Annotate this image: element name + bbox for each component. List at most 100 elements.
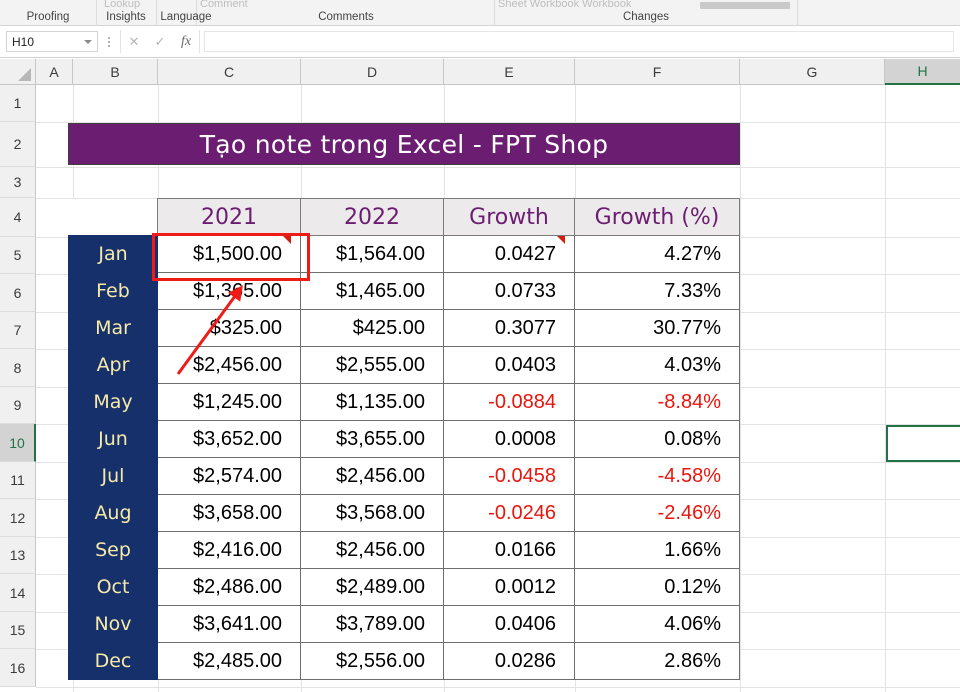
row-header-5[interactable]: 5 [0, 237, 36, 274]
y2022-cell[interactable]: $3,655.00 [300, 420, 444, 458]
y2022-cell[interactable]: $1,135.00 [300, 383, 444, 421]
growth-pct-cell[interactable]: 0.08% [574, 420, 740, 458]
column-header-g[interactable]: G [740, 59, 885, 85]
row-header-2[interactable]: 2 [0, 122, 36, 167]
growth-cell[interactable]: 0.0403 [443, 346, 575, 384]
y2021-cell[interactable]: $2,486.00 [157, 568, 301, 606]
growth-cell[interactable]: 0.0008 [443, 420, 575, 458]
column-header-f[interactable]: F [575, 59, 740, 85]
growth-cell[interactable]: 0.0286 [443, 642, 575, 680]
month-cell[interactable]: Dec [68, 642, 158, 680]
growth-pct-cell[interactable]: 4.06% [574, 605, 740, 643]
month-cell[interactable]: Feb [68, 272, 158, 310]
growth-cell[interactable]: 0.0012 [443, 568, 575, 606]
row-header-13[interactable]: 13 [0, 537, 36, 574]
chevron-down-icon[interactable] [84, 39, 92, 44]
column-header-c[interactable]: C [158, 59, 301, 85]
y2021-cell[interactable]: $3,652.00 [157, 420, 301, 458]
month-cell[interactable]: May [68, 383, 158, 421]
column-header-d[interactable]: D [301, 59, 444, 85]
formula-bar-drag-handle[interactable] [102, 31, 116, 52]
y2022-cell[interactable]: $1,465.00 [300, 272, 444, 310]
growth-cell[interactable]: 0.0427 [443, 235, 575, 273]
column-header-2021[interactable]: 2021 [157, 198, 301, 236]
y2021-cell[interactable]: $2,574.00 [157, 457, 301, 495]
y2022-cell[interactable]: $2,556.00 [300, 642, 444, 680]
ribbon-group-changes[interactable]: Changes [560, 0, 732, 26]
y2022-cell[interactable]: $2,456.00 [300, 457, 444, 495]
month-cell[interactable]: Jun [68, 420, 158, 458]
month-cell[interactable]: Apr [68, 346, 158, 384]
month-cell[interactable]: Aug [68, 494, 158, 532]
growth-cell[interactable]: -0.0884 [443, 383, 575, 421]
y2022-cell[interactable]: $2,555.00 [300, 346, 444, 384]
growth-pct-cell[interactable]: 4.27% [574, 235, 740, 273]
growth-cell[interactable]: 0.3077 [443, 309, 575, 347]
name-box[interactable]: H10 [6, 31, 98, 52]
y2022-cell[interactable]: $2,456.00 [300, 531, 444, 569]
select-all-corner[interactable] [0, 59, 36, 85]
column-header-growth[interactable]: Growth [443, 198, 575, 236]
ribbon-group-proofing[interactable]: Proofing [0, 0, 96, 26]
growth-cell[interactable]: 0.0166 [443, 531, 575, 569]
month-cell[interactable]: Nov [68, 605, 158, 643]
row-header-3[interactable]: 3 [0, 167, 36, 198]
growth-cell[interactable]: 0.0406 [443, 605, 575, 643]
y2022-cell[interactable]: $425.00 [300, 309, 444, 347]
row-header-7[interactable]: 7 [0, 312, 36, 349]
y2021-cell[interactable]: $2,485.00 [157, 642, 301, 680]
growth-pct-cell[interactable]: 4.03% [574, 346, 740, 384]
growth-pct-cell[interactable]: 0.12% [574, 568, 740, 606]
y2022-cell[interactable]: $1,564.00 [300, 235, 444, 273]
y2022-cell[interactable]: $3,568.00 [300, 494, 444, 532]
row-header-6[interactable]: 6 [0, 274, 36, 312]
column-header-growth-pct[interactable]: Growth (%) [574, 198, 740, 236]
row-header-4[interactable]: 4 [0, 198, 36, 237]
check-icon[interactable]: ✓ [147, 30, 173, 53]
growth-cell[interactable]: -0.0246 [443, 494, 575, 532]
row-header-11[interactable]: 11 [0, 462, 36, 499]
row-header-12[interactable]: 12 [0, 499, 36, 537]
active-cell-h10[interactable] [886, 425, 960, 462]
y2021-cell[interactable]: $3,658.00 [157, 494, 301, 532]
row-header-9[interactable]: 9 [0, 387, 36, 424]
y2022-cell[interactable]: $3,789.00 [300, 605, 444, 643]
month-cell[interactable]: Oct [68, 568, 158, 606]
month-cell[interactable]: Jul [68, 457, 158, 495]
row-header-8[interactable]: 8 [0, 349, 36, 387]
growth-pct-cell[interactable]: -8.84% [574, 383, 740, 421]
y2021-cell[interactable]: $2,416.00 [157, 531, 301, 569]
growth-pct-cell[interactable]: 1.66% [574, 531, 740, 569]
fx-icon[interactable]: fx [173, 30, 199, 53]
row-header-14[interactable]: 14 [0, 574, 36, 612]
ribbon-group-comments[interactable]: Comments [260, 0, 432, 26]
formula-input[interactable] [204, 31, 954, 52]
close-icon[interactable]: ✕ [121, 30, 147, 53]
ribbon-group-language[interactable]: Language [156, 0, 216, 26]
growth-pct-cell[interactable]: -4.58% [574, 457, 740, 495]
column-header-h[interactable]: H [885, 59, 960, 85]
growth-pct-cell[interactable]: 30.77% [574, 309, 740, 347]
y2021-cell[interactable]: $3,641.00 [157, 605, 301, 643]
row-header-16[interactable]: 16 [0, 649, 36, 687]
y2021-cell[interactable]: $325.00 [157, 309, 301, 347]
column-header-b[interactable]: B [73, 59, 158, 85]
growth-cell[interactable]: 0.0733 [443, 272, 575, 310]
month-cell[interactable]: Jan [68, 235, 158, 273]
y2021-cell[interactable]: $2,456.00 [157, 346, 301, 384]
growth-pct-cell[interactable]: 7.33% [574, 272, 740, 310]
growth-pct-cell[interactable]: 2.86% [574, 642, 740, 680]
row-header-15[interactable]: 15 [0, 612, 36, 649]
column-header-e[interactable]: E [444, 59, 575, 85]
month-cell[interactable]: Sep [68, 531, 158, 569]
y2021-cell[interactable]: $1,245.00 [157, 383, 301, 421]
row-header-1[interactable]: 1 [0, 85, 36, 122]
month-cell[interactable]: Mar [68, 309, 158, 347]
y2022-cell[interactable]: $2,489.00 [300, 568, 444, 606]
growth-pct-cell[interactable]: -2.46% [574, 494, 740, 532]
row-header-10[interactable]: 10 [0, 424, 36, 462]
growth-cell[interactable]: -0.0458 [443, 457, 575, 495]
ribbon-group-insights[interactable]: Insights [96, 0, 156, 26]
column-header-2022[interactable]: 2022 [300, 198, 444, 236]
column-header-a[interactable]: A [36, 59, 73, 85]
